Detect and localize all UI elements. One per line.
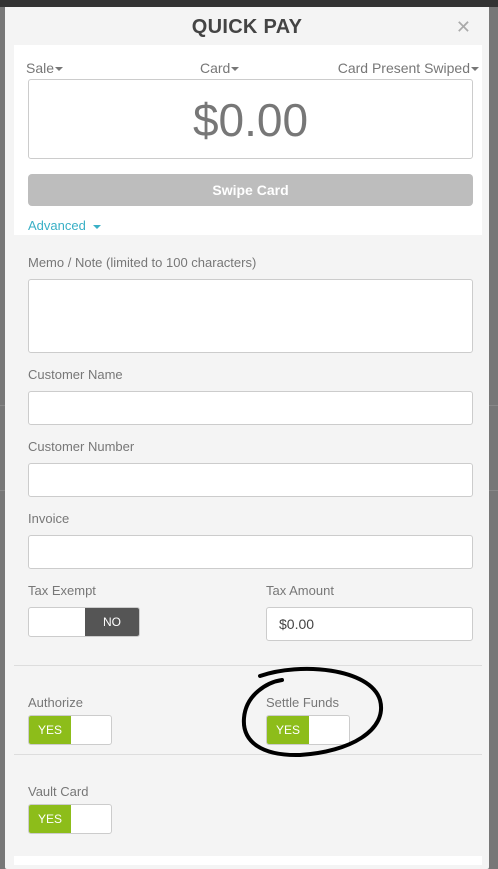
tax-amount-input[interactable]: $0.00: [266, 607, 473, 641]
advanced-toggle-link[interactable]: Advanced: [28, 218, 101, 233]
background-overlay-right: [488, 7, 498, 869]
customer-name-input[interactable]: [28, 391, 473, 425]
background-divider: [488, 490, 498, 491]
chevron-down-icon: [231, 67, 240, 72]
settle-funds-label: Settle Funds: [266, 695, 339, 710]
advanced-label: Advanced: [28, 218, 86, 233]
tax-amount-value: $0.00: [279, 616, 315, 632]
vault-card-state: YES: [29, 805, 71, 833]
app-top-bar: [0, 0, 498, 7]
vault-card-toggle[interactable]: YES: [28, 804, 112, 834]
invoice-label: Invoice: [28, 511, 70, 526]
authorize-toggle[interactable]: YES: [28, 715, 112, 745]
customer-number-input[interactable]: [28, 463, 473, 497]
section-divider: [14, 754, 482, 755]
swipe-card-button[interactable]: Swipe Card: [28, 174, 473, 206]
tax-amount-label: Tax Amount: [266, 583, 334, 598]
authorize-label: Authorize: [28, 695, 83, 710]
payment-method-dropdown[interactable]: Card: [200, 60, 240, 76]
memo-label: Memo / Note (limited to 100 characters): [28, 255, 257, 270]
settle-funds-state: YES: [267, 716, 309, 744]
payment-method-label: Card: [200, 60, 231, 76]
entry-mode-dropdown[interactable]: Card Present Swiped: [338, 60, 479, 76]
chevron-down-icon: [55, 67, 64, 72]
authorize-state: YES: [29, 716, 71, 744]
modal-header: QUICK PAY ✕: [5, 7, 489, 45]
advanced-form: Memo / Note (limited to 100 characters) …: [14, 235, 482, 665]
tax-exempt-label: Tax Exempt: [28, 583, 96, 598]
options-section: Authorize YES Settle Funds YES Vault Car…: [14, 666, 482, 856]
background-divider: [488, 405, 498, 406]
invoice-input[interactable]: [28, 535, 473, 569]
transaction-type-label: Sale: [26, 60, 55, 76]
quick-pay-panel: Sale Card Card Present Swiped $0.00 Swip…: [14, 45, 482, 865]
vault-card-label: Vault Card: [28, 784, 89, 799]
tax-exempt-toggle[interactable]: NO: [28, 607, 140, 637]
close-icon[interactable]: ✕: [456, 17, 471, 38]
settle-funds-toggle[interactable]: YES: [266, 715, 350, 745]
tax-exempt-state: NO: [85, 608, 139, 636]
chevron-down-icon: [471, 67, 479, 72]
amount-input[interactable]: $0.00: [28, 79, 473, 159]
chevron-down-icon: [92, 224, 101, 229]
memo-textarea[interactable]: [28, 279, 473, 353]
transaction-type-dropdown[interactable]: Sale: [26, 60, 64, 76]
customer-number-label: Customer Number: [28, 439, 135, 454]
quick-pay-modal: QUICK PAY ✕ Sale Card Card Present Swipe…: [5, 7, 489, 869]
modal-title: QUICK PAY: [191, 16, 303, 38]
entry-mode-label: Card Present Swiped: [337, 60, 470, 76]
customer-name-label: Customer Name: [28, 367, 123, 382]
